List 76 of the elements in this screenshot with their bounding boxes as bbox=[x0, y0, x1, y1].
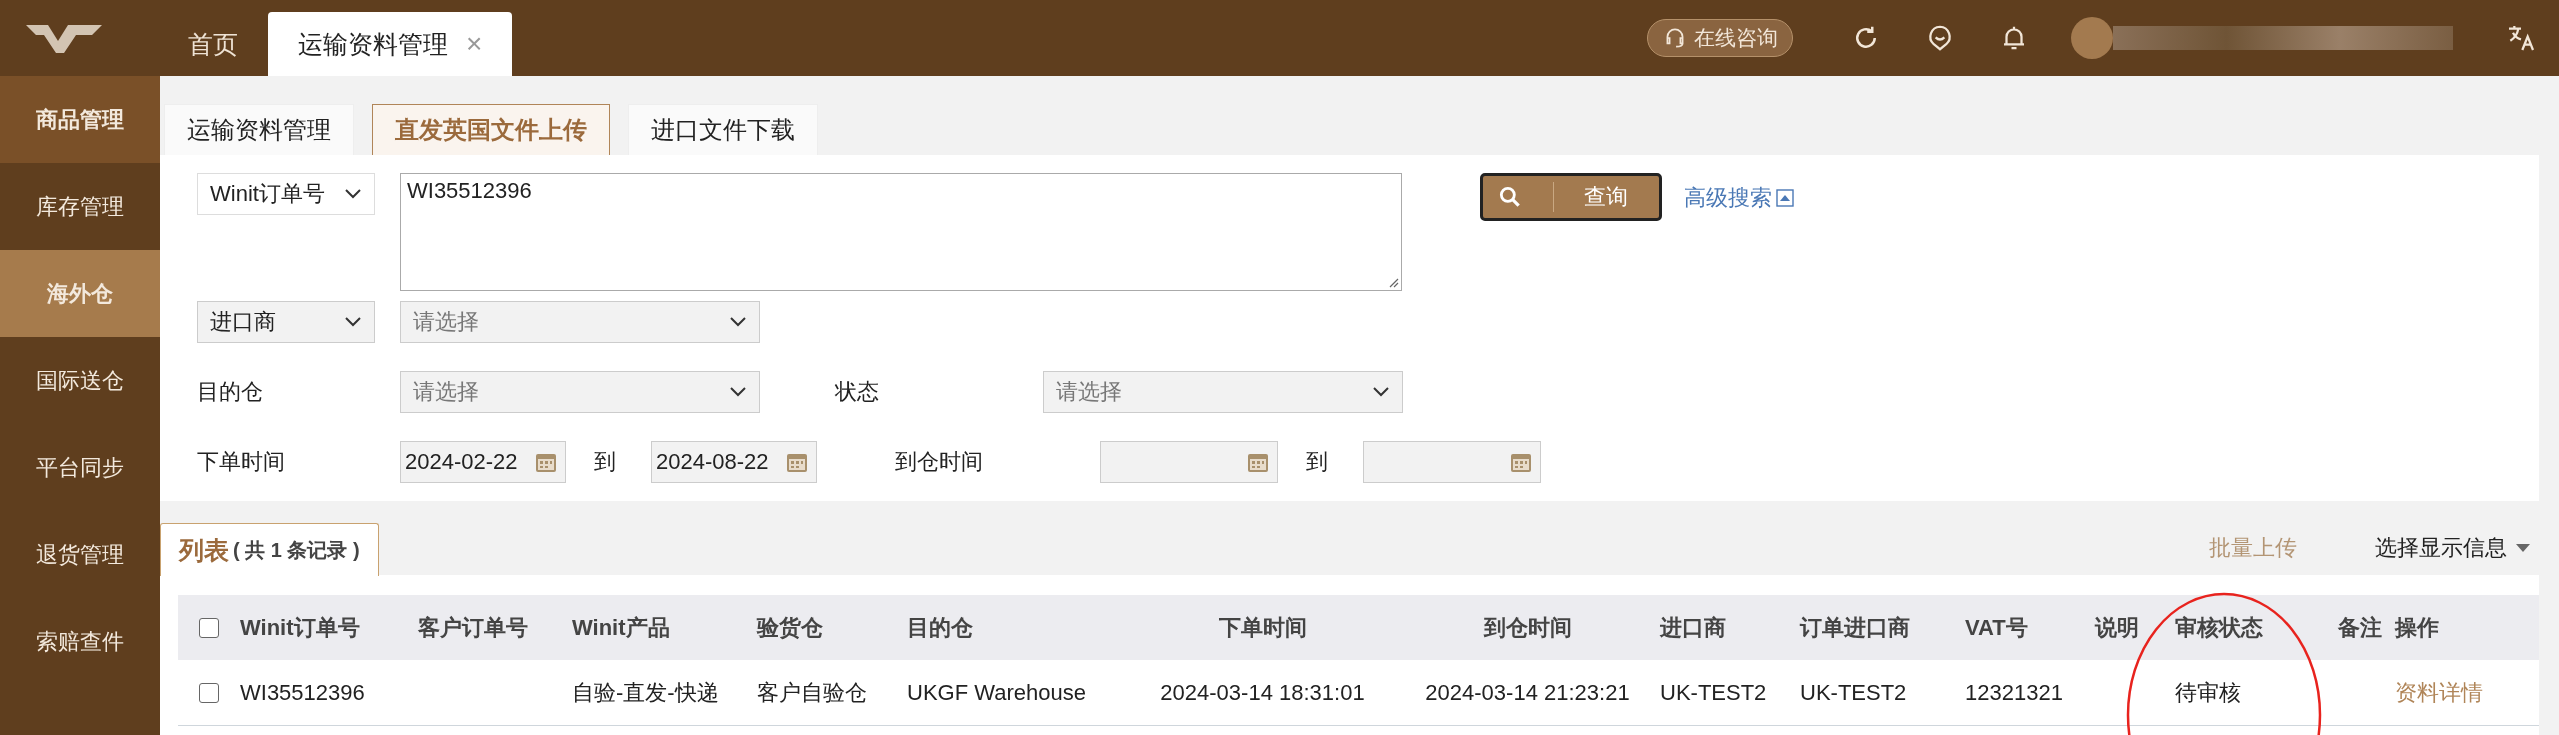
table-cell: 12321321 bbox=[1965, 679, 2063, 706]
sub-tab[interactable]: 进口文件下载 bbox=[628, 104, 818, 155]
chevron-down-icon bbox=[1372, 386, 1390, 398]
column-header: 操作 bbox=[2395, 613, 2439, 642]
date-field[interactable]: 2024-02-22 bbox=[400, 441, 566, 483]
arrival-time-label: 到仓时间 bbox=[895, 448, 984, 476]
order-time-label: 下单时间 bbox=[197, 448, 286, 476]
table-cell-text: 自验-直发-快递 bbox=[572, 678, 719, 707]
record-count: ( 共 1 条记录 ) bbox=[233, 537, 360, 563]
table-cell: WI35512396 bbox=[240, 679, 365, 706]
column-header: 进口商 bbox=[1660, 613, 1726, 642]
search-type-select[interactable]: Winit订单号 bbox=[197, 173, 375, 215]
search-icon bbox=[1497, 184, 1523, 210]
status-select[interactable]: 请选择 bbox=[1043, 371, 1403, 413]
column-header: VAT号 bbox=[1965, 613, 2028, 642]
column-header: 说明 bbox=[2095, 613, 2139, 642]
table-cell-text: 客户自验仓 bbox=[757, 678, 867, 707]
sidebar-item[interactable]: 退货管理 bbox=[0, 511, 160, 598]
column-header: 到仓时间 bbox=[1483, 613, 1572, 642]
chevron-down-icon bbox=[344, 316, 362, 328]
column-header: 目的仓 bbox=[907, 613, 973, 642]
calendar-icon[interactable] bbox=[786, 451, 808, 473]
online-consult-button[interactable]: 在线咨询 bbox=[1647, 19, 1793, 57]
column-header: Winit产品 bbox=[572, 613, 670, 642]
table-cell: UK-TEST2 bbox=[1660, 679, 1767, 706]
chevron-down-icon bbox=[729, 386, 747, 398]
sidebar-item[interactable]: 平台同步 bbox=[0, 424, 160, 511]
advanced-search-link[interactable]: 高级搜索 bbox=[1684, 183, 1794, 213]
sub-tab[interactable]: 运输资料管理 bbox=[164, 104, 354, 155]
sidebar-item[interactable]: 库存管理 bbox=[0, 163, 160, 250]
importer-type-select[interactable]: 进口商 bbox=[197, 301, 375, 343]
column-header: 审核状态 bbox=[2175, 613, 2263, 642]
range-separator: 到 bbox=[1305, 448, 1329, 476]
chevron-down-icon bbox=[344, 188, 362, 200]
chevron-down-icon bbox=[729, 316, 747, 328]
select-all-checkbox[interactable] bbox=[199, 617, 219, 638]
list-title: 列表 bbox=[179, 534, 229, 566]
column-header: 验货仓 bbox=[757, 613, 823, 642]
status-label: 状态 bbox=[835, 378, 880, 406]
column-header: 备注 bbox=[2338, 613, 2382, 642]
date-field[interactable]: 2024-08-22 bbox=[651, 441, 817, 483]
column-header: 下单时间 bbox=[1218, 613, 1307, 642]
column-header: 客户订单号 bbox=[418, 613, 528, 642]
page-tab[interactable]: 运输资料管理 × bbox=[268, 12, 513, 76]
row-checkbox[interactable] bbox=[199, 682, 219, 703]
avatar[interactable] bbox=[2071, 17, 2113, 59]
sidebar-item[interactable]: 商品管理 bbox=[0, 76, 160, 163]
display-options-dropdown[interactable]: 选择显示信息 bbox=[2375, 533, 2531, 563]
importer-select[interactable]: 请选择 bbox=[400, 301, 760, 343]
column-header: Winit订单号 bbox=[240, 613, 360, 642]
list-tab[interactable]: 列表 ( 共 1 条记录 ) bbox=[160, 523, 379, 576]
page-tab-label: 运输资料管理 bbox=[298, 28, 448, 60]
date-field[interactable] bbox=[1363, 441, 1541, 483]
table-cell: 2024-03-14 21:23:21 bbox=[1425, 679, 1630, 706]
sidebar-item[interactable]: 索赔查件 bbox=[0, 598, 160, 685]
page-tab[interactable]: 首页 bbox=[158, 12, 268, 76]
date-field[interactable] bbox=[1100, 441, 1278, 483]
sub-tab[interactable]: 直发英国文件上传 bbox=[372, 104, 610, 155]
resize-grip-icon[interactable] bbox=[1387, 276, 1399, 288]
caret-icon bbox=[2515, 543, 2531, 553]
table-cell: UK-TEST2 bbox=[1800, 679, 1907, 706]
table-cell: 2024-03-14 18:31:01 bbox=[1160, 679, 1365, 706]
calendar-icon[interactable] bbox=[535, 451, 557, 473]
sidebar-item[interactable]: 国际送仓 bbox=[0, 337, 160, 424]
column-header: 订单进口商 bbox=[1800, 613, 1910, 642]
calendar-icon[interactable] bbox=[1247, 451, 1269, 473]
range-separator: 到 bbox=[593, 448, 617, 476]
table-cell: UKGF Warehouse bbox=[907, 679, 1086, 706]
table-cell-text: 待审核 bbox=[2175, 678, 2241, 707]
calendar-icon[interactable] bbox=[1510, 451, 1532, 473]
destination-select[interactable]: 请选择 bbox=[400, 371, 760, 413]
collapse-icon bbox=[1776, 189, 1794, 207]
page-tab-label: 首页 bbox=[188, 28, 238, 60]
order-number-textarea[interactable]: WI35512396 bbox=[400, 173, 1402, 291]
query-button[interactable]: 查询 bbox=[1480, 173, 1662, 221]
destination-label: 目的仓 bbox=[197, 378, 264, 406]
